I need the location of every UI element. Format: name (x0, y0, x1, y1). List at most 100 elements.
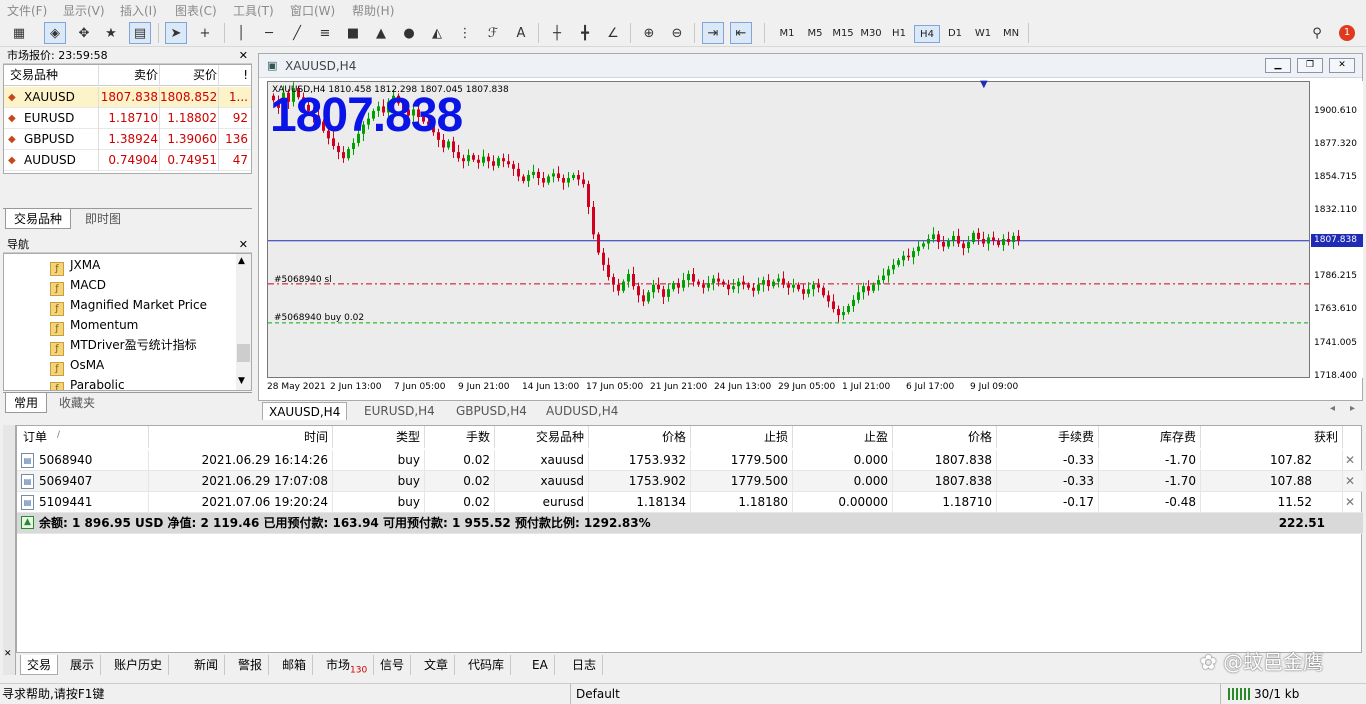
menu-insert[interactable]: 插入(I) (120, 2, 157, 19)
arrow-icon[interactable]: ◭ (426, 22, 448, 44)
zoom-out-icon[interactable]: ⊖ (666, 22, 688, 44)
terminal-tab[interactable]: 文章 (418, 655, 456, 675)
trendline-icon[interactable]: ╱ (286, 22, 308, 44)
terminal-tab[interactable]: 邮箱 (276, 655, 314, 675)
close-icon[interactable]: ✕ (239, 48, 248, 64)
triangle-icon[interactable]: ▲ (370, 22, 392, 44)
timeframe-m1[interactable]: M1 (774, 25, 800, 43)
navigator-item[interactable]: ƒ MTDriver盈亏统计指标 (50, 335, 197, 356)
menu-tools[interactable]: 工具(T) (233, 2, 274, 19)
navigator-icon[interactable]: ★ (100, 22, 122, 44)
column-header[interactable]: 时间 (149, 426, 333, 448)
menu-view[interactable]: 显示(V) (63, 2, 105, 19)
column-header[interactable]: 止盈 (793, 426, 893, 448)
auto-scroll-icon[interactable]: ⇥ (702, 22, 724, 44)
vertical-line-icon[interactable]: │ (230, 22, 252, 44)
minimize-icon[interactable]: ▁ (1265, 58, 1291, 73)
chart-plot-area[interactable]: XAUUSD,H4 1810.458 1812.298 1807.045 180… (267, 79, 1310, 378)
close-order-icon[interactable]: ✕ (1345, 471, 1355, 492)
chart-tab-eurusd[interactable]: EURUSD,H4 (358, 402, 441, 420)
chart-shift-icon[interactable]: ⇤ (730, 22, 752, 44)
text-icon[interactable]: A (510, 22, 532, 44)
column-header-bid[interactable]: 卖价 (98, 65, 158, 86)
terminal-tab[interactable]: 市场130 (320, 655, 375, 675)
order-row[interactable]: ▤ 5069407 2021.06.29 17:07:08 buy 0.02 xauusd… (17, 471, 1363, 492)
column-header[interactable]: 手续费 (997, 426, 1099, 448)
menu-charts[interactable]: 图表(C) (175, 2, 217, 19)
terminal-tab[interactable]: 警报 (232, 655, 270, 675)
order-row[interactable]: ▤ 5109441 2021.07.06 19:20:24 buy 0.02 eurusd… (17, 492, 1363, 513)
timeframe-m5[interactable]: M5 (802, 25, 828, 43)
timeframe-h4[interactable]: H4 (914, 25, 940, 43)
scroll-up-icon[interactable]: ▲ (238, 256, 245, 266)
data-window-icon[interactable]: ✥ (73, 22, 95, 44)
cursor-icon[interactable]: ➤ (165, 22, 187, 44)
menu-file[interactable]: 文件(F) (7, 2, 47, 19)
column-header[interactable]: 交易品种 (495, 426, 589, 448)
gann-icon[interactable]: ℱ (482, 22, 504, 44)
timeframe-mn[interactable]: MN (998, 25, 1024, 43)
column-header[interactable]: 类型 (333, 426, 425, 448)
chart-tab-xauusd[interactable]: XAUUSD,H4 (262, 402, 348, 420)
crosshair-icon[interactable]: + (194, 22, 216, 44)
close-icon[interactable]: ✕ (1329, 58, 1355, 73)
market-watch-row[interactable]: ◆ GBPUSD 1.38924 1.39060 136 (4, 129, 251, 150)
column-header-spread[interactable]: ! (218, 65, 248, 86)
search-icon[interactable]: ⚲ (1306, 22, 1328, 44)
terminal-icon[interactable]: ▤ (129, 22, 151, 44)
navigator-item[interactable]: ƒ Momentum (50, 315, 138, 336)
fibo-icon[interactable]: ⋮ (454, 22, 476, 44)
terminal-tab[interactable]: 展示 (64, 655, 102, 675)
terminal-tab[interactable]: 新闻 (188, 655, 226, 675)
tab-common[interactable]: 常用 (5, 393, 48, 413)
column-header[interactable]: 价格 (589, 426, 691, 448)
navigator-item[interactable]: ƒ Magnified Market Price (50, 295, 207, 316)
chart-tab-gbpusd[interactable]: GBPUSD,H4 (450, 402, 533, 420)
navigator-scrollbar[interactable]: ▲ ▼ (236, 254, 251, 390)
rectangle-icon[interactable]: ■ (342, 22, 364, 44)
terminal-tab[interactable]: EA (526, 655, 555, 675)
sort-icon[interactable]: / (57, 430, 60, 440)
scroll-thumb[interactable] (237, 344, 250, 362)
notification-icon[interactable]: 1 (1336, 22, 1358, 44)
close-order-icon[interactable]: ✕ (1345, 492, 1355, 513)
tab-tick-chart[interactable]: 即时图 (77, 209, 129, 229)
navigator-item[interactable]: ƒ MACD (50, 275, 106, 296)
tab-symbols[interactable]: 交易品种 (5, 209, 72, 229)
terminal-tab[interactable]: 日志 (566, 655, 604, 675)
column-header[interactable]: 订单 (17, 426, 149, 448)
chart-tab-audusd[interactable]: AUDUSD,H4 (540, 402, 624, 420)
chart-shift-marker-icon[interactable]: ▼ (980, 79, 988, 90)
timeframe-d1[interactable]: D1 (942, 25, 968, 43)
menu-help[interactable]: 帮助(H) (352, 2, 394, 19)
market-watch-row[interactable]: ◆ AUDUSD 0.74904 0.74951 47 (4, 150, 251, 171)
tab-scroll-right-icon[interactable]: ▸ (1350, 403, 1355, 414)
timeframe-w1[interactable]: W1 (970, 25, 996, 43)
timeframe-m15[interactable]: M15 (830, 25, 856, 43)
column-header[interactable]: 止损 (691, 426, 793, 448)
market-watch-row[interactable]: ◆ EURUSD 1.18710 1.18802 92 (4, 108, 251, 129)
terminal-tab[interactable]: 代码库 (462, 655, 512, 675)
terminal-tab[interactable]: 账户历史 (108, 655, 170, 675)
tab-favorites[interactable]: 收藏夹 (51, 393, 103, 413)
restore-icon[interactable]: ❐ (1297, 58, 1323, 73)
channel-icon[interactable]: ≡ (314, 22, 336, 44)
tab-scroll-left-icon[interactable]: ◂ (1330, 403, 1335, 414)
column-header[interactable]: 库存费 (1099, 426, 1201, 448)
close-order-icon[interactable]: ✕ (1345, 450, 1355, 471)
market-watch-icon[interactable]: ◈ (44, 22, 66, 44)
terminal-close-icon[interactable]: ✕ (4, 649, 12, 659)
navigator-item[interactable]: ƒ Parabolic (50, 375, 125, 390)
navigator-item[interactable]: ƒ JXMA (50, 255, 100, 276)
column-header-symbol[interactable]: 交易品种 (10, 65, 58, 86)
zoom-in-icon[interactable]: ⊕ (638, 22, 660, 44)
column-header-ask[interactable]: 买价 (159, 65, 217, 86)
terminal-tab[interactable]: 交易 (20, 655, 59, 675)
close-icon[interactable]: ✕ (239, 237, 248, 253)
market-watch-row[interactable]: ◆ XAUUSD 1807.838 1808.852 1... (4, 87, 251, 108)
scroll-down-icon[interactable]: ▼ (238, 376, 245, 386)
terminal-tab[interactable]: 信号 (374, 655, 412, 675)
navigator-item[interactable]: ƒ OsMA (50, 355, 104, 376)
timeframe-m30[interactable]: M30 (858, 25, 884, 43)
new-chart-icon[interactable]: ▦ (8, 22, 30, 44)
